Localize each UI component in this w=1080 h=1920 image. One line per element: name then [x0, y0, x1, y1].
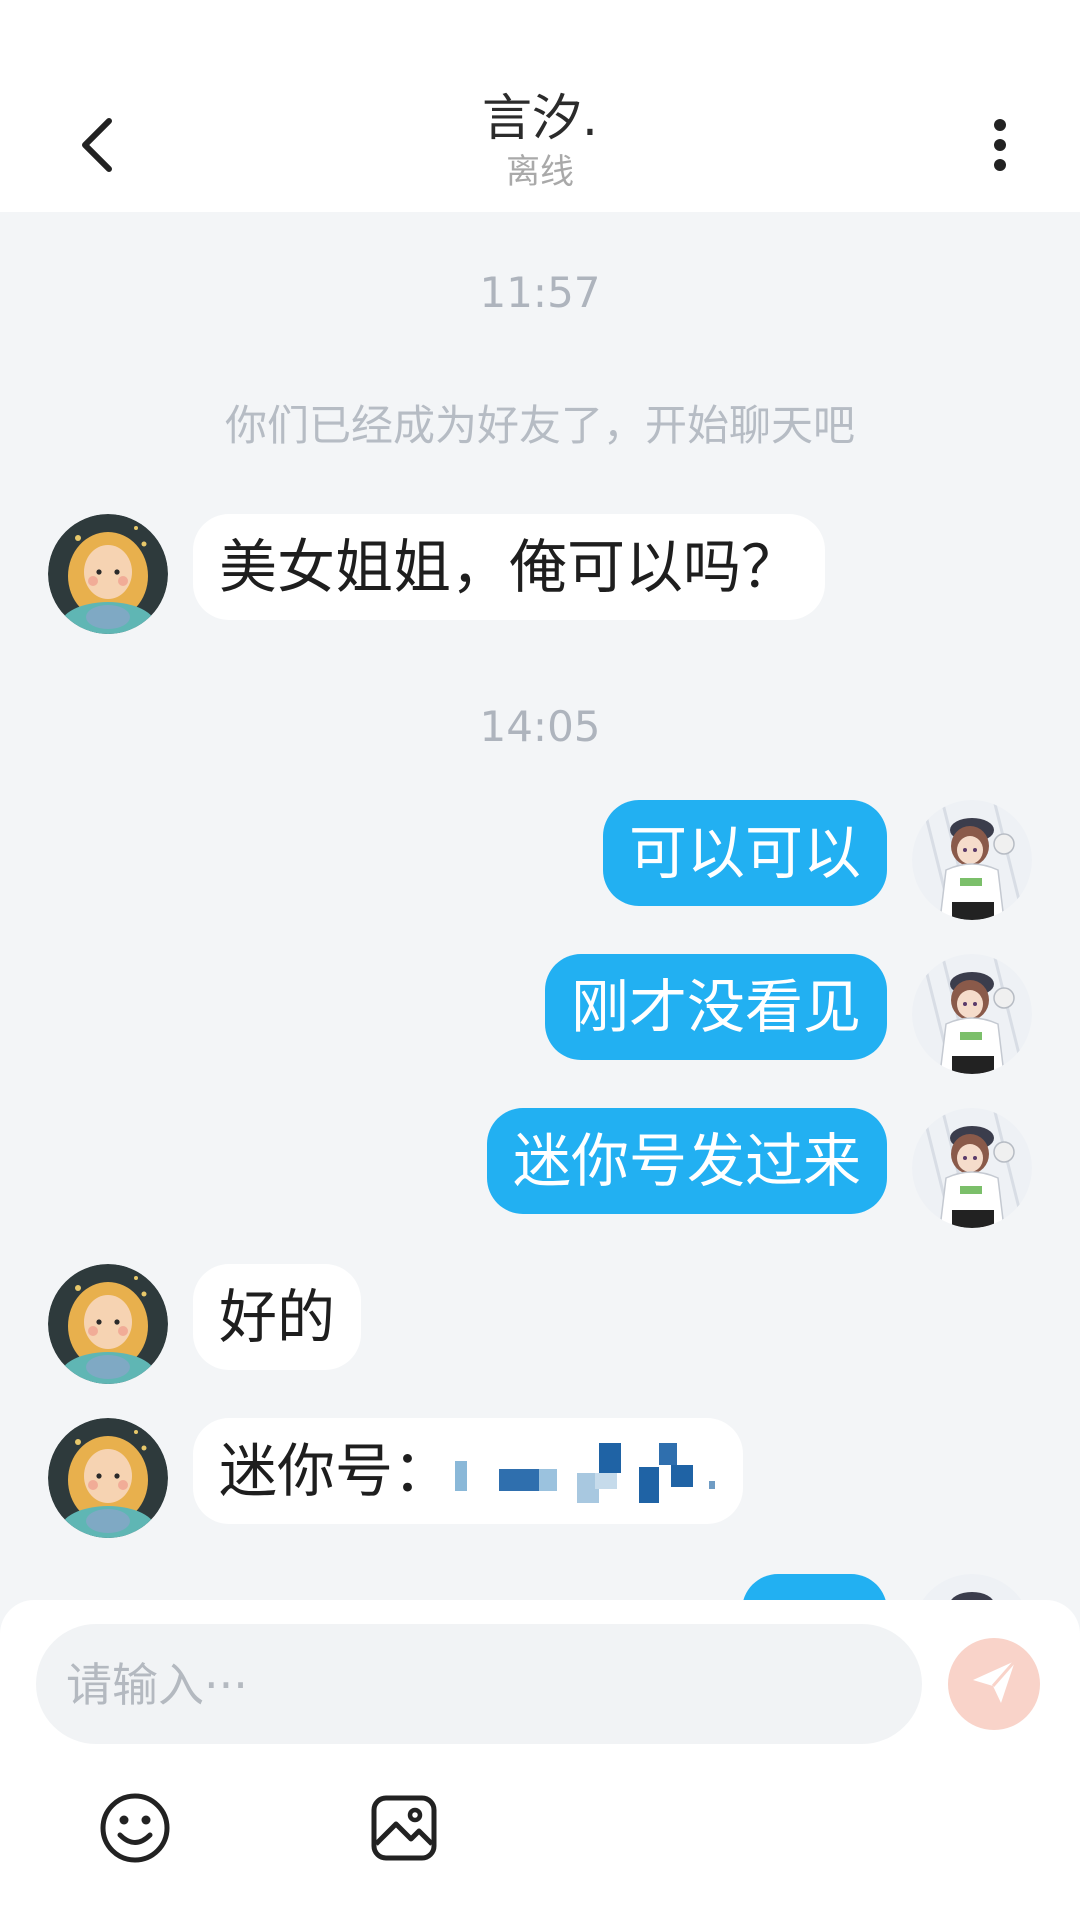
back-button[interactable]	[62, 112, 132, 182]
image-icon	[366, 1795, 442, 1870]
user-avatar[interactable]	[912, 1574, 1032, 1600]
contact-avatar[interactable]	[48, 1418, 168, 1538]
contact-status: 离线	[506, 152, 574, 192]
message-bubble-outgoing[interactable]: 可以可以	[602, 800, 887, 906]
message-input-box[interactable]	[36, 1624, 922, 1746]
contact-avatar[interactable]	[48, 514, 168, 634]
user-avatar[interactable]	[912, 800, 1032, 920]
contact-info[interactable]: 言汐. 离线	[340, 86, 740, 194]
message-text: 迷你号：	[219, 1437, 452, 1505]
timestamp: 14:05	[479, 702, 601, 751]
chat-header: 言汐. 离线	[0, 72, 1080, 212]
status-bar	[0, 0, 1080, 72]
timestamp: 11:57	[479, 268, 601, 317]
chat-message-list[interactable]: 11:57 你们已经成为好友了，开始聊天吧 美女姐姐，俺可以吗？ 14:05 可…	[0, 212, 1080, 1600]
message-input[interactable]	[64, 1624, 888, 1746]
paper-plane-icon	[969, 1657, 1019, 1711]
message-bubble-incoming[interactable]: 迷你号：	[193, 1418, 744, 1524]
message-bubble-incoming[interactable]: 美女姐姐，俺可以吗？	[193, 514, 826, 620]
contact-name: 言汐.	[482, 89, 598, 147]
image-button[interactable]	[366, 1790, 442, 1866]
message-bubble-outgoing[interactable]: 刚才没看见	[544, 954, 887, 1060]
more-vertical-icon	[990, 117, 1010, 177]
smiley-icon	[97, 1793, 173, 1870]
user-avatar[interactable]	[912, 1108, 1032, 1228]
message-bubble-incoming[interactable]: 好的	[193, 1264, 362, 1370]
input-panel	[0, 1600, 1080, 1920]
send-button[interactable]	[948, 1638, 1040, 1730]
chevron-left-icon	[77, 117, 117, 177]
user-avatar[interactable]	[912, 954, 1032, 1074]
message-bubble-outgoing[interactable]: 迷你号发过来	[486, 1108, 887, 1214]
more-button[interactable]	[970, 112, 1030, 182]
system-notice: 你们已经成为好友了，开始聊天吧	[224, 401, 855, 450]
message-bubble-outgoing[interactable]	[742, 1574, 887, 1600]
contact-avatar[interactable]	[48, 1264, 168, 1384]
emoji-button[interactable]	[97, 1790, 173, 1866]
pixelated-redaction	[455, 1442, 717, 1507]
